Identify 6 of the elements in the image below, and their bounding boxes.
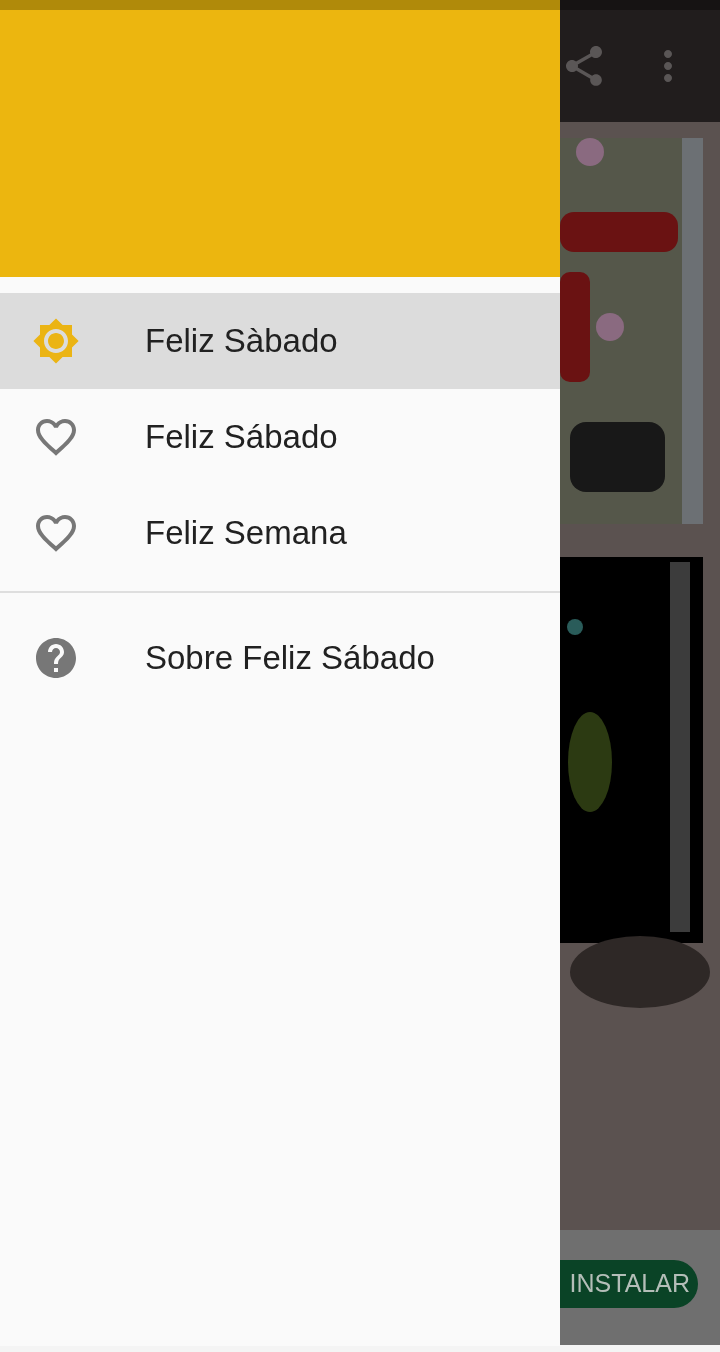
- install-button[interactable]: INSTALAR: [560, 1259, 698, 1308]
- sun-icon: [32, 317, 80, 365]
- menu-item[interactable]: Sobre Feliz Sábado: [0, 610, 560, 706]
- menu-item[interactable]: Feliz Sábado: [0, 389, 560, 485]
- menu-item[interactable]: Feliz Sàbado: [0, 293, 560, 389]
- menu-item[interactable]: Feliz Semana: [0, 485, 560, 581]
